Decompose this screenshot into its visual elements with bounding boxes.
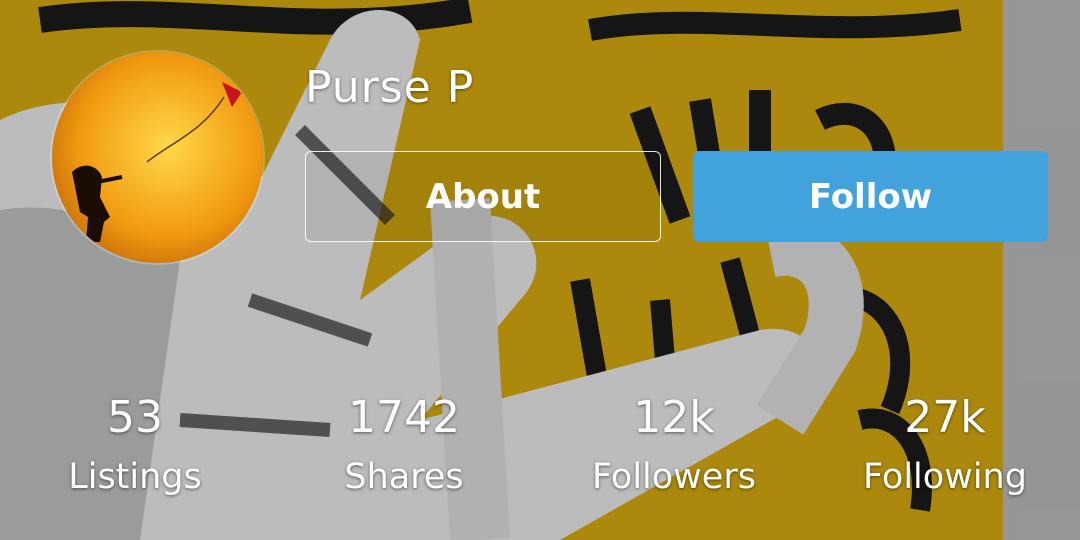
stat-followers[interactable]: 12k Followers (554, 388, 794, 506)
avatar-image (52, 52, 263, 263)
stat-label: Following (863, 457, 1027, 497)
stat-shares[interactable]: 1742 Shares (284, 388, 524, 506)
about-button[interactable]: About (305, 151, 661, 242)
stat-following[interactable]: 27k Following (825, 388, 1065, 506)
profile-stats: 53 Listings 1742 Shares 12k Followers 27… (0, 388, 1080, 508)
avatar[interactable] (52, 52, 263, 263)
stat-value: 27k (904, 392, 986, 443)
stat-listings[interactable]: 53 Listings (15, 388, 255, 506)
stat-value: 53 (107, 392, 163, 443)
stat-value: 1742 (348, 392, 460, 443)
follow-button[interactable]: Follow (693, 151, 1048, 242)
username: Purse P (305, 62, 475, 113)
stat-label: Shares (344, 457, 464, 497)
stat-label: Followers (592, 457, 756, 497)
stat-label: Listings (68, 457, 202, 497)
profile-cover: Purse P About Follow 53 Listings 1742 Sh… (0, 0, 1080, 540)
stat-value: 12k (633, 392, 715, 443)
